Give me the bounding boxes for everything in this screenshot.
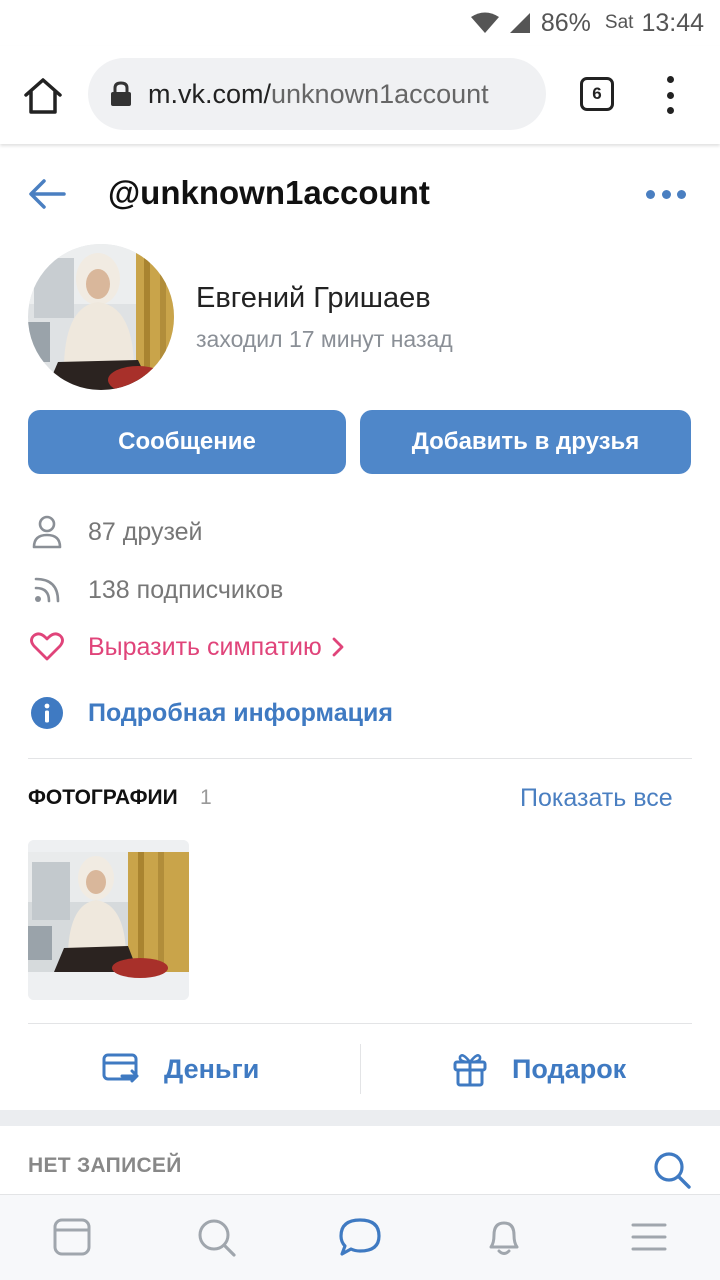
messages-icon[interactable] xyxy=(338,1217,381,1257)
last-seen: заходил 17 минут назад xyxy=(196,326,453,352)
status-bar: 86% Sat 13:44 xyxy=(0,0,720,46)
back-arrow-icon[interactable] xyxy=(28,178,66,210)
photos-count: 1 xyxy=(200,786,212,809)
action-separator xyxy=(360,1044,361,1094)
action-bar: Деньги Подарок xyxy=(0,1030,720,1108)
clock: 13:44 xyxy=(641,8,704,37)
details-row[interactable]: Подробная информация xyxy=(28,693,688,733)
search-icon[interactable] xyxy=(652,1150,692,1190)
friends-row[interactable]: 87 друзей xyxy=(28,512,688,552)
menu-icon[interactable] xyxy=(630,1217,670,1257)
gift-icon xyxy=(452,1051,488,1087)
divider xyxy=(28,758,692,759)
battery-percent: 86% xyxy=(540,8,591,37)
browser-toolbar: m.vk.com/unknown1account 6 xyxy=(0,46,720,144)
page-title: @unknown1account xyxy=(108,174,430,211)
bell-icon[interactable] xyxy=(484,1217,524,1257)
wifi-icon xyxy=(470,12,499,34)
home-icon[interactable] xyxy=(22,76,64,116)
more-icon[interactable] xyxy=(646,190,686,200)
avatar[interactable] xyxy=(28,244,174,390)
browser-menu-icon[interactable] xyxy=(664,76,676,114)
url-text: m.vk.com/unknown1account xyxy=(148,79,489,110)
day-label: Sat xyxy=(604,12,634,33)
add-friend-button[interactable]: Добавить в друзья xyxy=(360,410,691,474)
tab-switcher-button[interactable]: 6 xyxy=(580,77,614,111)
money-label: Деньги xyxy=(164,1053,260,1084)
sympathy-row[interactable]: Выразить симпатию xyxy=(28,627,688,667)
rss-icon xyxy=(28,571,66,609)
info-icon xyxy=(28,694,66,732)
gift-button[interactable]: Подарок xyxy=(452,1046,626,1092)
money-transfer-icon xyxy=(102,1052,140,1086)
feed-icon[interactable] xyxy=(52,1217,92,1257)
subscribers-count: 138 подписчиков xyxy=(88,575,284,604)
bottom-nav xyxy=(0,1194,720,1280)
message-button[interactable]: Сообщение xyxy=(28,410,346,474)
address-bar[interactable]: m.vk.com/unknown1account xyxy=(88,58,546,130)
signal-icon xyxy=(509,12,531,34)
page-header: @unknown1account xyxy=(0,160,720,230)
photo-thumbnail[interactable] xyxy=(28,840,189,1000)
friends-count: 87 друзей xyxy=(88,517,203,546)
subscribers-row[interactable]: 138 подписчиков xyxy=(28,570,688,610)
chevron-right-icon xyxy=(332,637,344,657)
lock-icon xyxy=(110,81,132,107)
user-icon xyxy=(28,513,66,551)
heart-icon xyxy=(28,628,66,666)
gift-label: Подарок xyxy=(512,1053,627,1084)
section-separator xyxy=(0,1110,720,1126)
search-nav-icon[interactable] xyxy=(196,1217,236,1257)
no-posts-label: НЕТ ЗАПИСЕЙ xyxy=(28,1154,182,1177)
profile-name: Евгений Гришаев xyxy=(196,282,431,314)
divider xyxy=(28,1023,692,1024)
money-button[interactable]: Деньги xyxy=(102,1046,259,1092)
photos-title: ФОТОГРАФИИ xyxy=(28,786,178,809)
show-all-link[interactable]: Показать все xyxy=(520,784,673,813)
sympathy-label: Выразить симпатию xyxy=(88,632,322,661)
url-path: unknown1account xyxy=(271,78,489,109)
details-label: Подробная информация xyxy=(88,698,393,727)
url-host: m.vk.com/ xyxy=(148,78,272,109)
